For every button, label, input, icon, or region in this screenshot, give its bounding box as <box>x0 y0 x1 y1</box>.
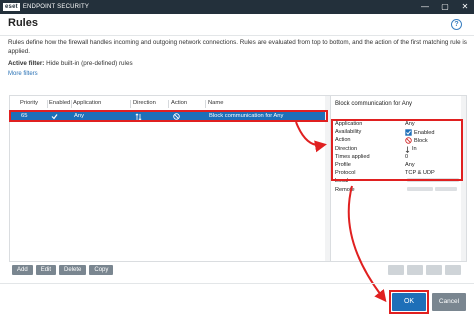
detail-key: Remote <box>335 186 355 193</box>
page-title: Rules <box>8 17 38 29</box>
header-divider <box>0 35 474 36</box>
highlight-rule-details <box>331 119 463 181</box>
details-title: Block communication for Any <box>335 101 413 107</box>
col-enabled[interactable]: Enabled <box>49 100 70 106</box>
cancel-button[interactable]: Cancel <box>432 293 466 311</box>
add-button[interactable]: Add <box>12 265 33 275</box>
move-bottom-button[interactable] <box>445 265 461 275</box>
app-title: ENDPOINT SECURITY <box>22 4 90 10</box>
highlight-selected-rule <box>9 110 328 122</box>
move-rule-buttons <box>388 265 461 275</box>
maximize-icon[interactable]: ▢ <box>440 0 450 14</box>
col-separator[interactable] <box>130 100 131 108</box>
delete-button[interactable]: Delete <box>59 265 87 275</box>
edit-button[interactable]: Edit <box>35 265 57 275</box>
minimize-icon[interactable]: — <box>420 0 430 14</box>
title-bar: eset ENDPOINT SECURITY — ▢ ✕ <box>0 0 474 14</box>
table-header: Priority Enabled Application Direction A… <box>10 98 330 110</box>
table-actions: Add Edit Delete Copy <box>12 265 114 275</box>
dialog-header: Rules ? <box>0 14 474 35</box>
col-separator[interactable] <box>205 100 206 108</box>
active-filter-value: Hide built-in (pre-defined) rules <box>46 60 133 67</box>
move-top-button[interactable] <box>388 265 404 275</box>
move-up-button[interactable] <box>407 265 423 275</box>
footer-divider <box>0 283 474 284</box>
eset-logo: eset <box>3 3 20 11</box>
redacted-value <box>435 186 457 191</box>
col-direction[interactable]: Direction <box>133 100 156 106</box>
col-priority[interactable]: Priority <box>20 100 38 106</box>
copy-button[interactable]: Copy <box>89 265 114 275</box>
col-separator[interactable] <box>71 100 72 108</box>
move-down-button[interactable] <box>426 265 442 275</box>
redacted-value <box>407 186 433 191</box>
close-icon[interactable]: ✕ <box>460 0 470 14</box>
active-filter-label: Active filter: <box>8 60 45 67</box>
more-filters-link[interactable]: More filters <box>8 71 38 77</box>
col-separator[interactable] <box>47 100 48 108</box>
col-name[interactable]: Name <box>208 100 223 106</box>
help-icon[interactable]: ? <box>451 19 462 30</box>
col-separator[interactable] <box>168 100 169 108</box>
ok-button[interactable]: OK <box>392 293 426 311</box>
active-filter: Active filter: Hide built-in (pre-define… <box>8 60 133 67</box>
rules-description: Rules define how the firewall handles in… <box>8 39 467 55</box>
window-controls: — ▢ ✕ <box>420 0 470 14</box>
col-action[interactable]: Action <box>171 100 187 106</box>
col-application[interactable]: Application <box>73 100 101 106</box>
detail-remote: Remote <box>335 186 461 195</box>
